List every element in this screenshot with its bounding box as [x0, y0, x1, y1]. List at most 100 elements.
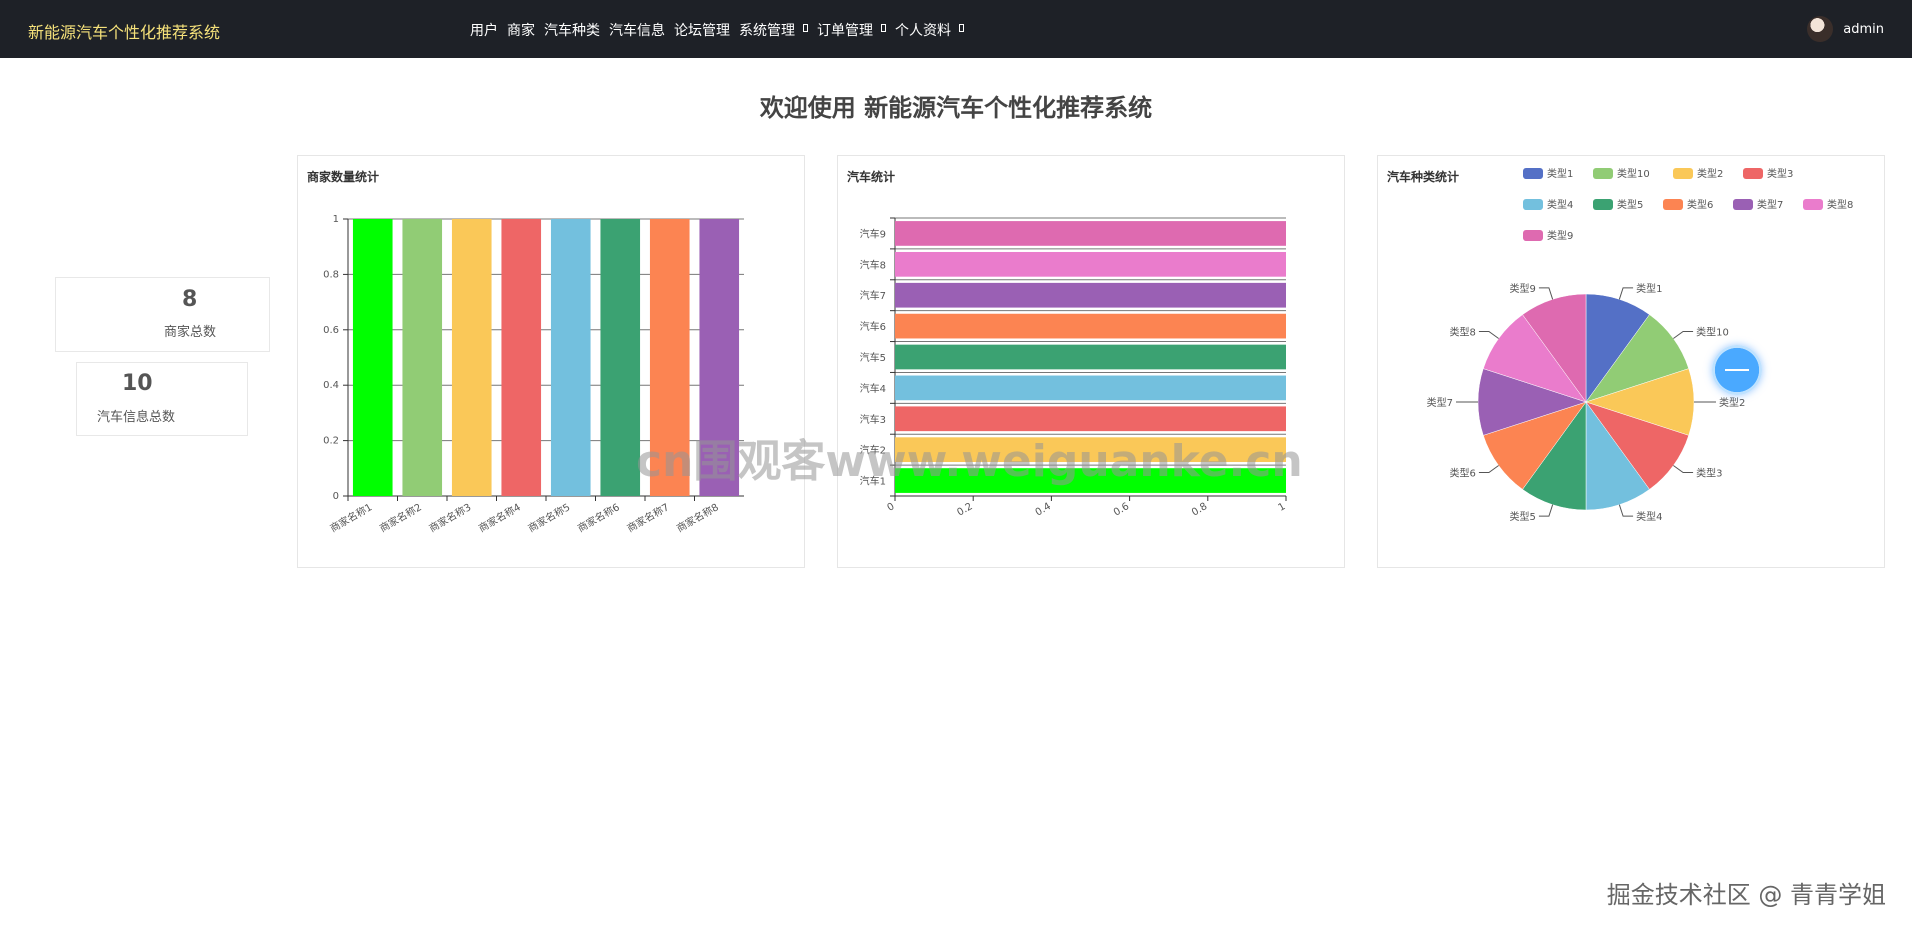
- x-tick-label: 商家名称3: [427, 500, 474, 534]
- x-tick-label: 商家名称7: [625, 500, 672, 534]
- y-tick-label: 0: [333, 491, 339, 502]
- nav-item-label: 商家: [507, 23, 535, 39]
- legend-label: 类型3: [1767, 167, 1793, 180]
- legend-swatch: [1803, 199, 1823, 210]
- legend-label: 类型6: [1687, 198, 1713, 211]
- user-menu[interactable]: admin: [1807, 16, 1884, 42]
- bar: [895, 251, 1286, 277]
- y-tick-label: 汽车4: [860, 382, 886, 395]
- username[interactable]: admin: [1843, 22, 1884, 37]
- nav-item-label: 用户: [470, 23, 498, 39]
- dropdown-icon: [803, 24, 808, 32]
- legend-label: 类型9: [1547, 229, 1573, 242]
- legend-swatch: [1673, 168, 1693, 179]
- y-tick-label: 0.4: [323, 380, 339, 391]
- corner-watermark: 掘金技术社区 @ 青青学姐: [1606, 881, 1886, 909]
- slice-label: 类型9: [1510, 282, 1536, 295]
- dropdown-icon: [959, 24, 964, 32]
- y-tick-label: 1: [333, 214, 339, 225]
- nav-item-label: 汽车种类: [544, 23, 600, 39]
- x-tick-label: 0.2: [955, 501, 974, 518]
- stat-value: 8: [182, 287, 198, 312]
- label-leader: [1478, 465, 1499, 474]
- legend-swatch: [1743, 168, 1763, 179]
- nav-item-5[interactable]: 论坛管理: [674, 20, 730, 40]
- car-bar-chart: 汽车1汽车2汽车3汽车4汽车5汽车6汽车7汽车8汽车90 0.2 0.4 0.6 0.8…: [860, 217, 1288, 519]
- nav-item-6[interactable]: 系统管理: [739, 20, 808, 40]
- slice-label: 类型10: [1696, 325, 1729, 338]
- bar: [895, 221, 1286, 246]
- x-tick-label: 1: [1276, 501, 1287, 514]
- bar: [451, 219, 492, 496]
- label-leader: [1538, 504, 1554, 517]
- slice-label: 类型6: [1450, 467, 1476, 480]
- legend-swatch: [1523, 230, 1543, 241]
- avatar[interactable]: [1807, 16, 1834, 42]
- merchant-bar-chart-panel: 商家数量统计 0 0.2 0.4 0.6 0.8 1 商家名称1 商家名称2 商家名称3 商家名称…: [297, 155, 805, 568]
- car-bar-chart-panel: 汽车统计 汽车1 汽车2 汽车3 汽车4 汽车5 汽车6 汽车7 汽车8 汽车9 0 0.2 0.4 0…: [837, 155, 1345, 568]
- stat-label: 商家总数: [164, 325, 217, 340]
- car-type-pie-chart-panel: 汽车种类统计 类型1 类型10 类型2 类型3 类型4 类型5 类型6 类型7 类型8 类型9 类型…: [1377, 155, 1885, 568]
- car-type-pie-chart: 类型1 类型10 类型2 类型3 类型4 类型5 类型6 类型7 类型8 类型9 类型1 类型10 类型…: [1427, 167, 1854, 523]
- y-tick-label: 0.8: [323, 269, 339, 280]
- label-leader: [1478, 330, 1499, 339]
- legend-label: 类型1: [1547, 167, 1573, 180]
- legend-swatch: [1593, 168, 1613, 179]
- merchant-bar-chart: 00.20.40.60.81商家名称1 商家名称2 商家名称3 商家名称4 商家名称5 商…: [323, 214, 744, 535]
- slice-label: 类型3: [1696, 467, 1722, 480]
- nav-item-label: 汽车信息: [609, 23, 665, 39]
- legend-swatch: [1733, 199, 1753, 210]
- bar: [352, 219, 393, 496]
- x-tick-label: 0: [885, 501, 896, 514]
- y-tick-label: 汽车5: [860, 351, 886, 364]
- legend-swatch: [1663, 199, 1683, 210]
- label-leader: [1618, 504, 1634, 517]
- nav-item-7[interactable]: 订单管理: [817, 20, 886, 40]
- nav-item-label: 系统管理: [739, 23, 795, 39]
- label-leader: [1618, 287, 1634, 300]
- nav-item-1[interactable]: 用户: [470, 20, 498, 40]
- legend-swatch: [1593, 199, 1613, 210]
- legend-swatch: [1523, 168, 1543, 179]
- label-leader: [1673, 330, 1694, 339]
- x-tick-label: 商家名称4: [476, 500, 523, 534]
- slice-label: 类型7: [1427, 396, 1453, 409]
- dropdown-icon: [881, 24, 886, 32]
- legend-swatch: [1523, 199, 1543, 210]
- y-tick-label: 汽车3: [860, 413, 886, 426]
- top-navbar: 新能源汽车个性化推荐系统 用户 商家 汽车种类 汽车信息 论坛管理 系统管理 订单管理 个人资…: [0, 0, 1912, 58]
- nav-item-3[interactable]: 汽车种类: [544, 20, 600, 40]
- stat-card-merchants: 8 商家总数: [55, 277, 270, 352]
- nav-item-8[interactable]: 个人资料: [895, 20, 964, 40]
- x-tick-label: 商家名称8: [674, 500, 721, 534]
- floating-assist-button[interactable]: [1712, 345, 1762, 395]
- y-tick-label: 汽车7: [860, 289, 886, 302]
- slice-label: 类型5: [1510, 510, 1536, 523]
- stat-card-cars: 10 汽车信息总数: [76, 362, 248, 436]
- legend-label: 类型8: [1827, 198, 1853, 211]
- main-nav: 用户 商家 汽车种类 汽车信息 论坛管理 系统管理 订单管理 个人资料: [470, 20, 964, 40]
- bar: [600, 219, 641, 496]
- watermark: cn围观客www.weiguanke.cn: [636, 436, 1303, 487]
- slice-label: 类型2: [1719, 396, 1745, 409]
- nav-item-2[interactable]: 商家: [507, 20, 535, 40]
- x-tick-label: 0.4: [1034, 501, 1053, 518]
- app-brand[interactable]: 新能源汽车个性化推荐系统: [28, 19, 220, 43]
- nav-item-label: 论坛管理: [674, 23, 730, 39]
- label-leader: [1673, 465, 1694, 474]
- y-tick-label: 汽车9: [860, 227, 886, 240]
- bar: [402, 219, 443, 496]
- legend-label: 类型5: [1617, 198, 1643, 211]
- slice-label: 类型8: [1450, 325, 1476, 338]
- stat-label: 汽车信息总数: [97, 410, 176, 425]
- slice-label: 类型1: [1636, 282, 1662, 295]
- x-tick-label: 商家名称1: [328, 500, 375, 534]
- nav-item-4[interactable]: 汽车信息: [609, 20, 665, 40]
- page-title: 欢迎使用 新能源汽车个性化推荐系统: [759, 94, 1153, 122]
- slice-label: 类型4: [1636, 510, 1662, 523]
- legend-label: 类型7: [1757, 198, 1783, 211]
- bar: [895, 344, 1286, 370]
- nav-item-label: 订单管理: [817, 23, 873, 39]
- bar: [895, 375, 1286, 401]
- x-tick-label: 0.6: [1112, 501, 1131, 518]
